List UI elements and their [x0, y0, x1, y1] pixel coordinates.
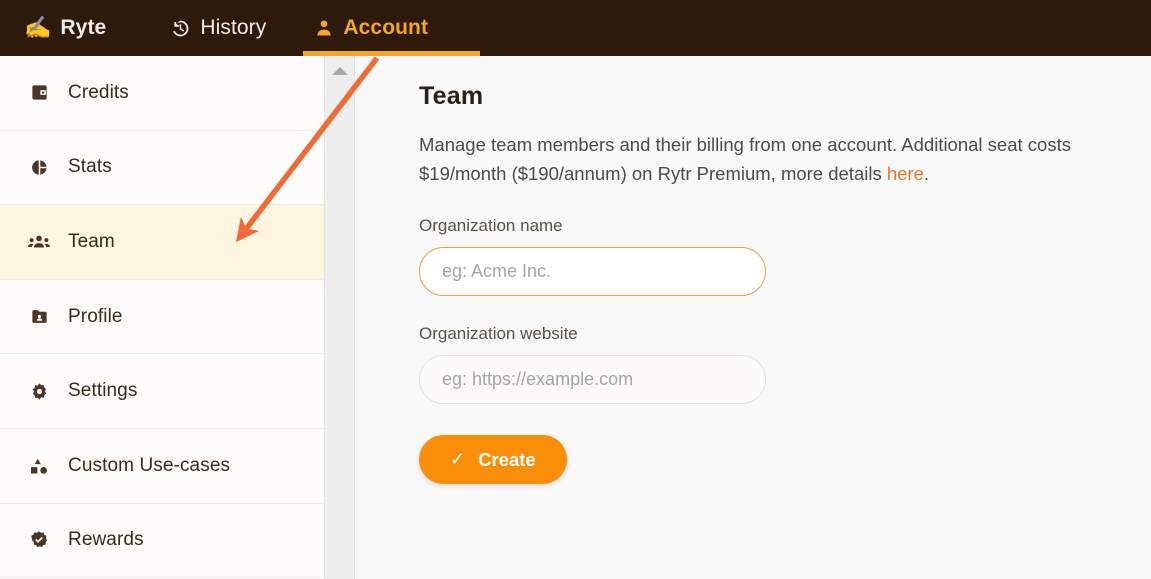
- sidebar-item-custom-use-cases[interactable]: Custom Use-cases: [0, 429, 324, 504]
- user-person-icon: [314, 18, 334, 38]
- sidebar-item-custom-use-cases-label: Custom Use-cases: [68, 455, 230, 477]
- nav-item-ryte[interactable]: ✍️ Ryte: [0, 0, 146, 56]
- more-details-link[interactable]: here: [887, 163, 924, 184]
- sidebar-item-team-label: Team: [68, 231, 115, 253]
- page-body: Credits Stats: [0, 56, 1151, 579]
- sidebar-scrollbar[interactable]: [325, 56, 355, 579]
- create-button[interactable]: ✓ Create: [419, 435, 567, 484]
- create-button-label: Create: [478, 449, 536, 471]
- organization-name-field-block: Organization name: [419, 216, 1151, 296]
- sidebar-item-rewards-label: Rewards: [68, 529, 144, 551]
- sidebar-item-settings-label: Settings: [68, 380, 137, 402]
- sidebar-item-settings[interactable]: Settings: [0, 354, 324, 429]
- account-sidebar: Credits Stats: [0, 56, 325, 579]
- top-navigation-bar: ✍️ Ryte History Account: [0, 0, 1151, 56]
- organization-name-input[interactable]: [419, 247, 766, 296]
- sidebar-item-profile-label: Profile: [68, 306, 123, 328]
- sidebar-item-stats-label: Stats: [68, 156, 112, 178]
- id-card-icon: [27, 307, 51, 326]
- main-content: Team Manage team members and their billi…: [355, 56, 1151, 579]
- people-group-icon: [27, 231, 51, 253]
- writing-hand-icon: ✍️: [24, 17, 51, 39]
- sidebar-item-profile[interactable]: Profile: [0, 280, 324, 355]
- organization-website-field-block: Organization website: [419, 324, 1151, 404]
- sidebar-item-rewards[interactable]: Rewards: [0, 504, 324, 579]
- nav-item-history[interactable]: History: [146, 0, 290, 56]
- pie-chart-icon: [27, 158, 51, 177]
- page-description-text-before: Manage team members and their billing fr…: [419, 134, 1071, 184]
- page-description: Manage team members and their billing fr…: [419, 130, 1149, 188]
- sidebar-item-team[interactable]: Team: [0, 205, 324, 280]
- nav-item-account-label: Account: [343, 16, 428, 40]
- organization-website-input[interactable]: [419, 355, 766, 404]
- organization-website-label: Organization website: [419, 324, 1151, 344]
- gear-icon: [27, 382, 51, 401]
- scroll-up-arrow-icon[interactable]: [332, 67, 348, 75]
- nav-item-account[interactable]: Account: [290, 0, 452, 56]
- sidebar-item-stats[interactable]: Stats: [0, 131, 324, 206]
- page-title: Team: [419, 82, 1151, 111]
- page-description-text-after: .: [924, 163, 929, 184]
- sidebar-item-credits[interactable]: Credits: [0, 56, 324, 131]
- nav-item-history-label: History: [200, 16, 266, 40]
- organization-name-label: Organization name: [419, 216, 1151, 236]
- badge-check-icon: [27, 530, 51, 550]
- nav-item-ryte-label: Ryte: [60, 16, 106, 40]
- checkmark-icon: ✓: [450, 449, 465, 470]
- history-clock-icon: [170, 18, 191, 39]
- sidebar-item-credits-label: Credits: [68, 82, 129, 104]
- shapes-icon: [27, 456, 51, 476]
- wallet-icon: [27, 83, 51, 102]
